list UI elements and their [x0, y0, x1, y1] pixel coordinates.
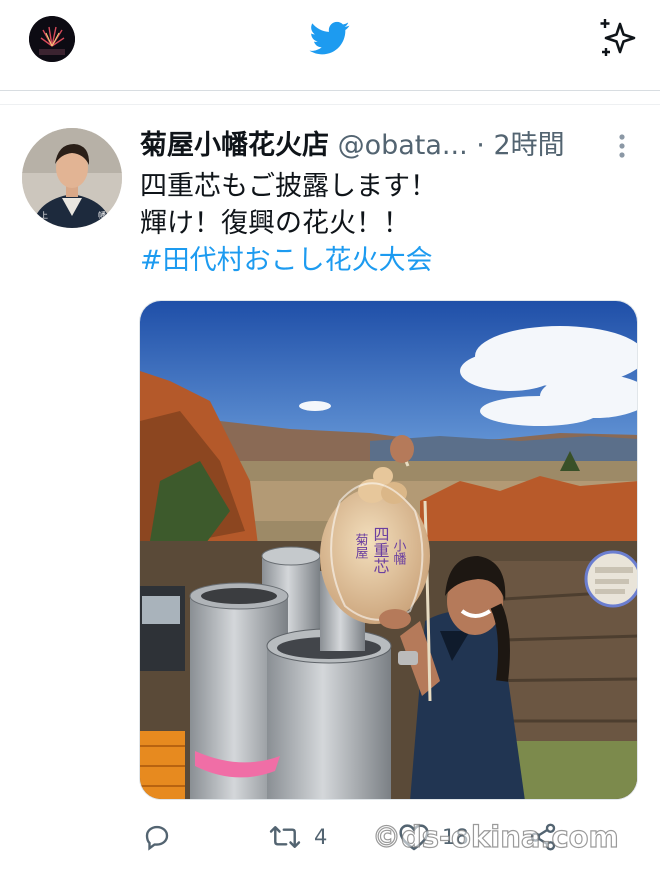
profile-avatar-button[interactable] [29, 16, 75, 62]
fireworks-shell-photo: 四重芯 菊屋 小幡 [140, 301, 637, 799]
author-portrait-image: 上 幡 [22, 128, 122, 228]
fireworks-avatar-image [29, 16, 75, 62]
more-options-icon[interactable] [612, 132, 632, 160]
tweet-photo[interactable]: 四重芯 菊屋 小幡 [139, 300, 638, 800]
timeline-divider [0, 104, 660, 105]
svg-text:上: 上 [40, 211, 48, 220]
separator-dot: · [476, 130, 485, 161]
retweet-button[interactable]: 4 [268, 818, 327, 856]
twitter-bird-icon[interactable] [307, 18, 353, 58]
reply-icon [145, 825, 169, 851]
reply-button[interactable] [142, 818, 172, 856]
shell-label-1: 四重芯 [371, 526, 390, 574]
sparkle-icon[interactable] [596, 16, 640, 60]
watermark-text: ©ds-okina.com [371, 819, 619, 854]
svg-text:幡: 幡 [98, 210, 106, 220]
header-divider [0, 90, 660, 91]
top-app-bar [0, 0, 660, 78]
display-name[interactable]: 菊屋小幡花火店 [140, 130, 329, 161]
tweet-header: 菊屋小幡花火店 @obata... · 2時間 [140, 126, 610, 166]
shell-label-3: 小幡 [391, 539, 407, 566]
tweet-body: 四重芯もご披露します！ 輝け！復興の花火！！ #田代村おこし花火大会 [140, 168, 640, 279]
retweet-icon [269, 826, 301, 848]
tweet-text-line-1: 四重芯もご披露します！ [140, 171, 437, 202]
shell-label-2: 菊屋 [353, 533, 369, 560]
retweet-count: 4 [314, 825, 328, 849]
tweet-time[interactable]: 2時間 [493, 130, 564, 161]
user-handle[interactable]: @obata... [338, 130, 468, 161]
author-avatar[interactable]: 上 幡 [22, 128, 122, 228]
hashtag-link[interactable]: #田代村おこし花火大会 [140, 242, 640, 279]
tweet-text-line-2: 輝け！復興の花火！！ [140, 208, 410, 239]
